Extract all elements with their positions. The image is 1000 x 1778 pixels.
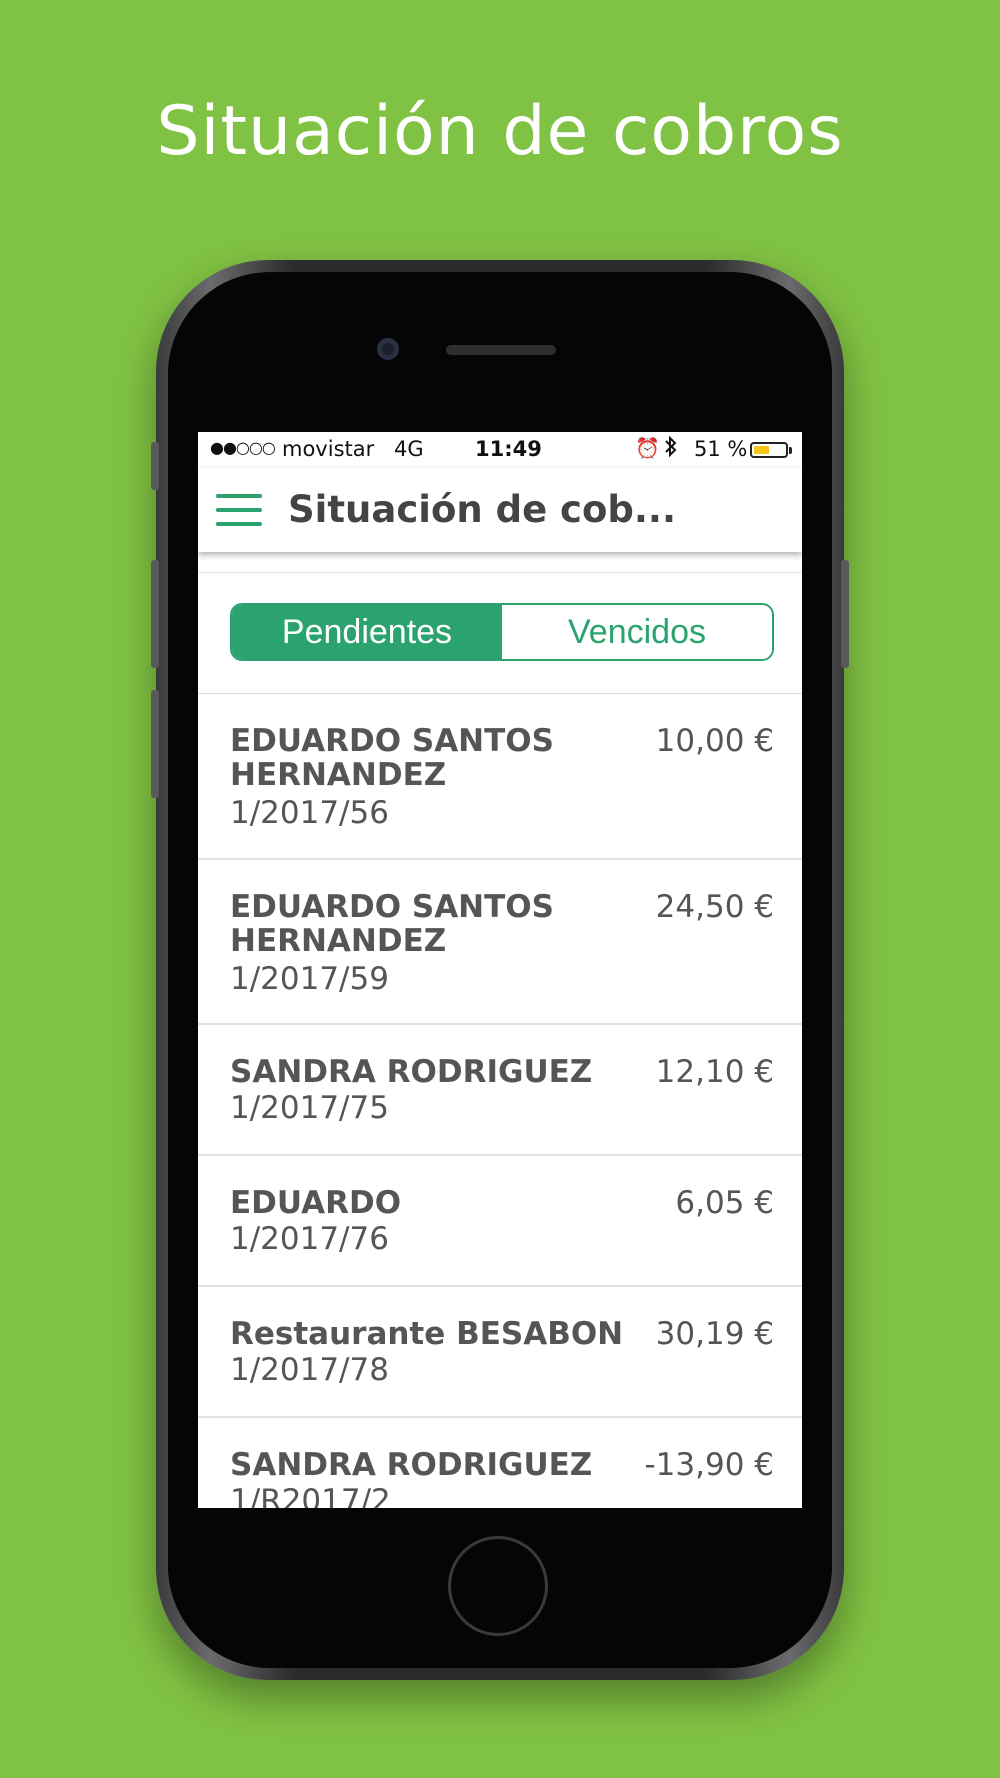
amount: 12,10 €	[655, 1054, 774, 1090]
volume-up-button	[151, 560, 159, 668]
battery-icon	[750, 442, 788, 458]
menu-line	[216, 508, 262, 512]
front-camera	[377, 338, 399, 360]
invoice-ref: 1/2017/76	[230, 1221, 389, 1257]
list-item[interactable]: Restaurante BESABON 1/2017/78 30,19 €	[198, 1287, 802, 1418]
battery-tip	[789, 447, 792, 454]
client-name: SANDRA RODRIGUEZ	[230, 1054, 593, 1090]
amount: 24,50 €	[655, 889, 774, 925]
list-item[interactable]: SANDRA RODRIGUEZ 1/R2017/2 -13,90 €	[198, 1418, 802, 1508]
tab-pendientes[interactable]: Pendientes	[232, 605, 502, 659]
alarm-icon: ⏰	[635, 436, 660, 460]
silent-switch	[151, 442, 159, 490]
earpiece-speaker	[446, 345, 556, 355]
invoice-ref: 1/2017/59	[230, 961, 389, 997]
bluetooth-glyph	[665, 435, 677, 458]
amount: 6,05 €	[675, 1185, 774, 1221]
client-name: EDUARDO SANTOS HERNANDEZ	[230, 889, 554, 959]
segment-container: Pendientes Vencidos	[198, 572, 802, 694]
carrier-label: movistar	[282, 437, 375, 461]
amount: -13,90 €	[644, 1447, 774, 1483]
segmented-control: Pendientes Vencidos	[230, 603, 774, 661]
battery-level-fill	[754, 446, 769, 454]
phone-screen: ●●○○○ movistar 4G 11:49 ⏰ 51 % Situación…	[198, 432, 802, 1508]
status-time: 11:49	[475, 437, 542, 461]
signal-strength-icon: ●●○○○	[210, 438, 276, 457]
menu-line	[216, 494, 262, 498]
invoice-ref: 1/R2017/2	[230, 1483, 391, 1508]
collections-list: EDUARDO SANTOS HERNANDEZ 1/2017/56 10,00…	[198, 694, 802, 1508]
page-title: Situación de cob...	[288, 488, 677, 531]
amount: 10,00 €	[655, 723, 774, 759]
list-item[interactable]: EDUARDO 1/2017/76 6,05 €	[198, 1156, 802, 1287]
list-item[interactable]: SANDRA RODRIGUEZ 1/2017/75 12,10 €	[198, 1025, 802, 1156]
hamburger-icon[interactable]	[216, 492, 262, 528]
invoice-ref: 1/2017/56	[230, 795, 389, 831]
network-type: 4G	[394, 437, 424, 461]
amount: 30,19 €	[655, 1316, 774, 1352]
client-name: EDUARDO	[230, 1185, 402, 1221]
tab-vencidos[interactable]: Vencidos	[502, 605, 772, 659]
client-name: Restaurante BESABON	[230, 1316, 624, 1352]
battery-percentage: 51 %	[694, 437, 748, 461]
home-button[interactable]	[448, 1536, 548, 1636]
invoice-ref: 1/2017/75	[230, 1090, 389, 1126]
status-bar: ●●○○○ movistar 4G 11:49 ⏰ 51 %	[198, 432, 802, 468]
invoice-ref: 1/2017/78	[230, 1352, 389, 1388]
power-button	[841, 560, 849, 668]
menu-line	[216, 522, 262, 526]
app-bar: Situación de cob...	[198, 468, 802, 552]
list-item[interactable]: EDUARDO SANTOS HERNANDEZ 1/2017/56 10,00…	[198, 694, 802, 860]
client-name: SANDRA RODRIGUEZ	[230, 1447, 593, 1483]
volume-down-button	[151, 690, 159, 798]
client-name: EDUARDO SANTOS HERNANDEZ	[230, 723, 554, 793]
bluetooth-icon	[664, 435, 678, 464]
promo-title: Situación de cobros	[156, 92, 844, 171]
list-item[interactable]: EDUARDO SANTOS HERNANDEZ 1/2017/59 24,50…	[198, 860, 802, 1025]
